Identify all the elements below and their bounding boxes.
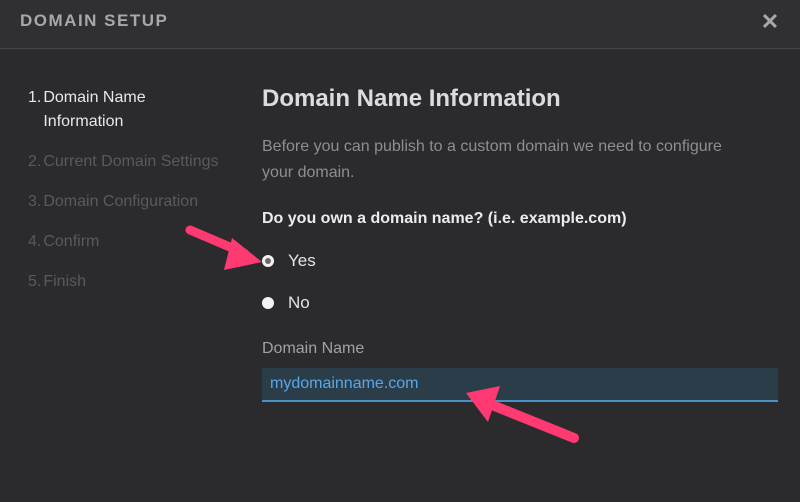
step-number: 1.	[28, 89, 42, 106]
step-label: Confirm	[43, 233, 100, 250]
step-item-current-domain-settings: 2. Current Domain Settings	[28, 150, 248, 174]
step-item-finish: 5. Finish	[28, 270, 248, 294]
step-label: Domain Configuration	[43, 193, 199, 210]
domain-ownership-question: Do you own a domain name? (i.e. example.…	[262, 210, 627, 227]
content-title: Domain Name Information	[262, 85, 561, 112]
intro-text: Before you can publish to a custom domai…	[262, 138, 722, 181]
radio-option-no[interactable]: No	[262, 290, 782, 316]
step-item-domain-name-information: 1. Domain Name Information	[28, 86, 248, 134]
step-number: 4.	[28, 233, 42, 250]
step-list: 1. Domain Name Information 2. Current Do…	[28, 86, 248, 310]
step-item-domain-configuration: 3. Domain Configuration	[28, 190, 248, 214]
close-icon: ✕	[760, 9, 780, 34]
step-number: 2.	[28, 153, 42, 170]
step-content: Domain Name Information Before you can p…	[262, 84, 782, 402]
step-number: 3.	[28, 193, 42, 210]
radio-checked-icon[interactable]	[262, 255, 274, 267]
dialog-title: DOMAIN SETUP	[20, 11, 169, 30]
dialog-header: DOMAIN SETUP ✕	[0, 0, 800, 49]
domain-name-input[interactable]	[262, 368, 778, 402]
step-label: Domain Name Information	[43, 89, 146, 130]
radio-option-yes[interactable]: Yes	[262, 248, 782, 274]
radio-label-no: No	[288, 293, 310, 312]
step-item-confirm: 4. Confirm	[28, 230, 248, 254]
close-button[interactable]: ✕	[758, 9, 782, 35]
domain-setup-dialog: DOMAIN SETUP ✕ 1. Domain Name Informatio…	[0, 0, 800, 502]
domain-name-label: Domain Name	[262, 340, 365, 357]
step-label: Current Domain Settings	[43, 153, 219, 170]
radio-label-yes: Yes	[288, 251, 316, 270]
radio-unchecked-icon[interactable]	[262, 297, 274, 309]
step-label: Finish	[43, 273, 87, 290]
step-number: 5.	[28, 273, 42, 290]
